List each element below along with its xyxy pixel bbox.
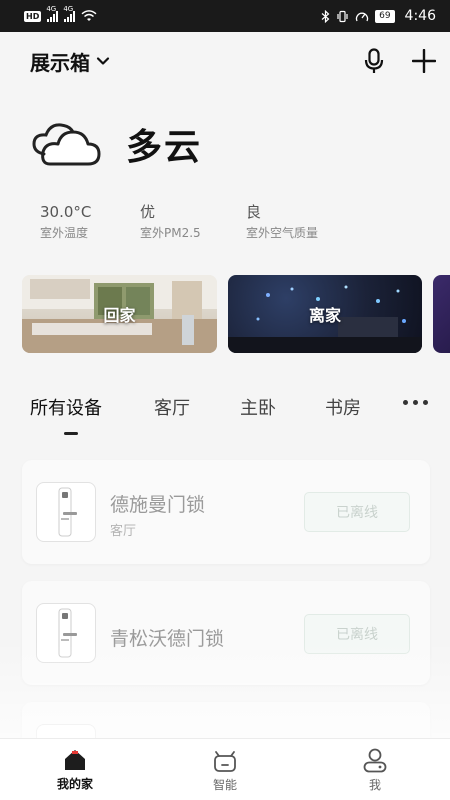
- nav-my-home[interactable]: 我的家: [0, 739, 150, 800]
- tab-living-room[interactable]: 客厅: [154, 394, 190, 420]
- metric-label: 室外PM2.5: [140, 226, 201, 240]
- weather-summary: 多云: [30, 118, 202, 170]
- tab-study[interactable]: 书房: [325, 394, 361, 420]
- scene-card-home[interactable]: 回家: [22, 275, 217, 353]
- user-icon: [363, 748, 387, 772]
- door-lock-icon: [58, 608, 77, 658]
- status-bar: HD 4G 4G 69 4:46: [0, 0, 450, 32]
- network-type-2: 4G: [63, 5, 74, 13]
- status-bar-right: 69 4:46: [321, 8, 436, 24]
- metric-label: 室外温度: [40, 226, 89, 240]
- chevron-down-icon: [96, 57, 110, 65]
- room-tabs: 所有设备 客厅 主卧 书房: [30, 394, 438, 438]
- more-tabs-button[interactable]: [403, 400, 428, 405]
- weather-condition: 多云: [126, 127, 203, 168]
- hd-badge: HD: [24, 10, 42, 22]
- add-icon[interactable]: [412, 49, 436, 73]
- bluetooth-icon: [321, 9, 330, 23]
- cell-signal-icon: 4G: [46, 5, 59, 22]
- scene-carousel[interactable]: 回家 离家: [22, 275, 450, 355]
- nav-me[interactable]: 我: [300, 739, 450, 800]
- scene-card-more[interactable]: [433, 275, 450, 353]
- wifi-icon: [81, 10, 97, 21]
- cell-signal-icon-2: 4G: [63, 5, 76, 22]
- tab-master-bedroom[interactable]: 主卧: [240, 394, 276, 420]
- metric-value: 30.0°C: [40, 203, 92, 221]
- speed-icon: [355, 12, 369, 21]
- weather-metrics: 30.0°C 室外温度 优 室外PM2.5 良 室外空气质量: [40, 202, 346, 241]
- metric-pm25: 优 室外PM2.5: [140, 202, 246, 241]
- tab-all-devices[interactable]: 所有设备: [30, 394, 102, 420]
- status-time: 4:46: [404, 8, 436, 24]
- header-actions: [364, 48, 436, 74]
- door-lock-icon: [58, 487, 77, 537]
- app-header: 展示箱: [0, 32, 450, 90]
- nav-smart[interactable]: 智能: [150, 739, 300, 800]
- door-lock-thumbnail: [36, 603, 96, 663]
- door-lock-thumbnail: [36, 482, 96, 542]
- network-type: 4G: [46, 5, 57, 13]
- offline-status-button[interactable]: 已离线: [304, 614, 410, 654]
- metric-temperature: 30.0°C 室外温度: [40, 202, 140, 241]
- device-name: 青松沃德门锁: [110, 628, 225, 650]
- metric-label: 室外空气质量: [246, 226, 319, 240]
- status-bar-left: HD 4G 4G: [24, 5, 97, 22]
- device-card[interactable]: 青松沃德门锁 已离线: [22, 581, 430, 685]
- battery-indicator: 69: [375, 9, 395, 23]
- vibrate-icon: [337, 10, 348, 22]
- scene-card-away[interactable]: 离家: [228, 275, 422, 353]
- nav-label: 我: [368, 777, 381, 792]
- device-name: 德施曼门锁: [110, 494, 206, 516]
- home-selector[interactable]: 展示箱: [30, 47, 110, 76]
- metric-value: 良: [246, 203, 262, 221]
- scene-label: 回家: [103, 306, 136, 325]
- home-icon: [65, 749, 85, 770]
- device-card[interactable]: 德施曼门锁 客厅 已离线: [22, 460, 430, 564]
- active-tab-indicator: [64, 432, 78, 435]
- metric-air-quality: 良 室外空气质量: [246, 202, 346, 241]
- cloudy-icon: [32, 123, 101, 166]
- bottom-navigation: 我的家 智能 我: [0, 738, 450, 800]
- offline-status-button[interactable]: 已离线: [304, 492, 410, 532]
- home-name: 展示箱: [30, 50, 90, 75]
- microphone-icon[interactable]: [364, 48, 384, 74]
- scene-label: 离家: [308, 306, 341, 325]
- nav-label: 我的家: [56, 776, 93, 791]
- nav-label: 智能: [212, 777, 237, 792]
- metric-value: 优: [140, 203, 156, 221]
- robot-icon: [214, 750, 236, 772]
- device-room: 客厅: [110, 524, 137, 539]
